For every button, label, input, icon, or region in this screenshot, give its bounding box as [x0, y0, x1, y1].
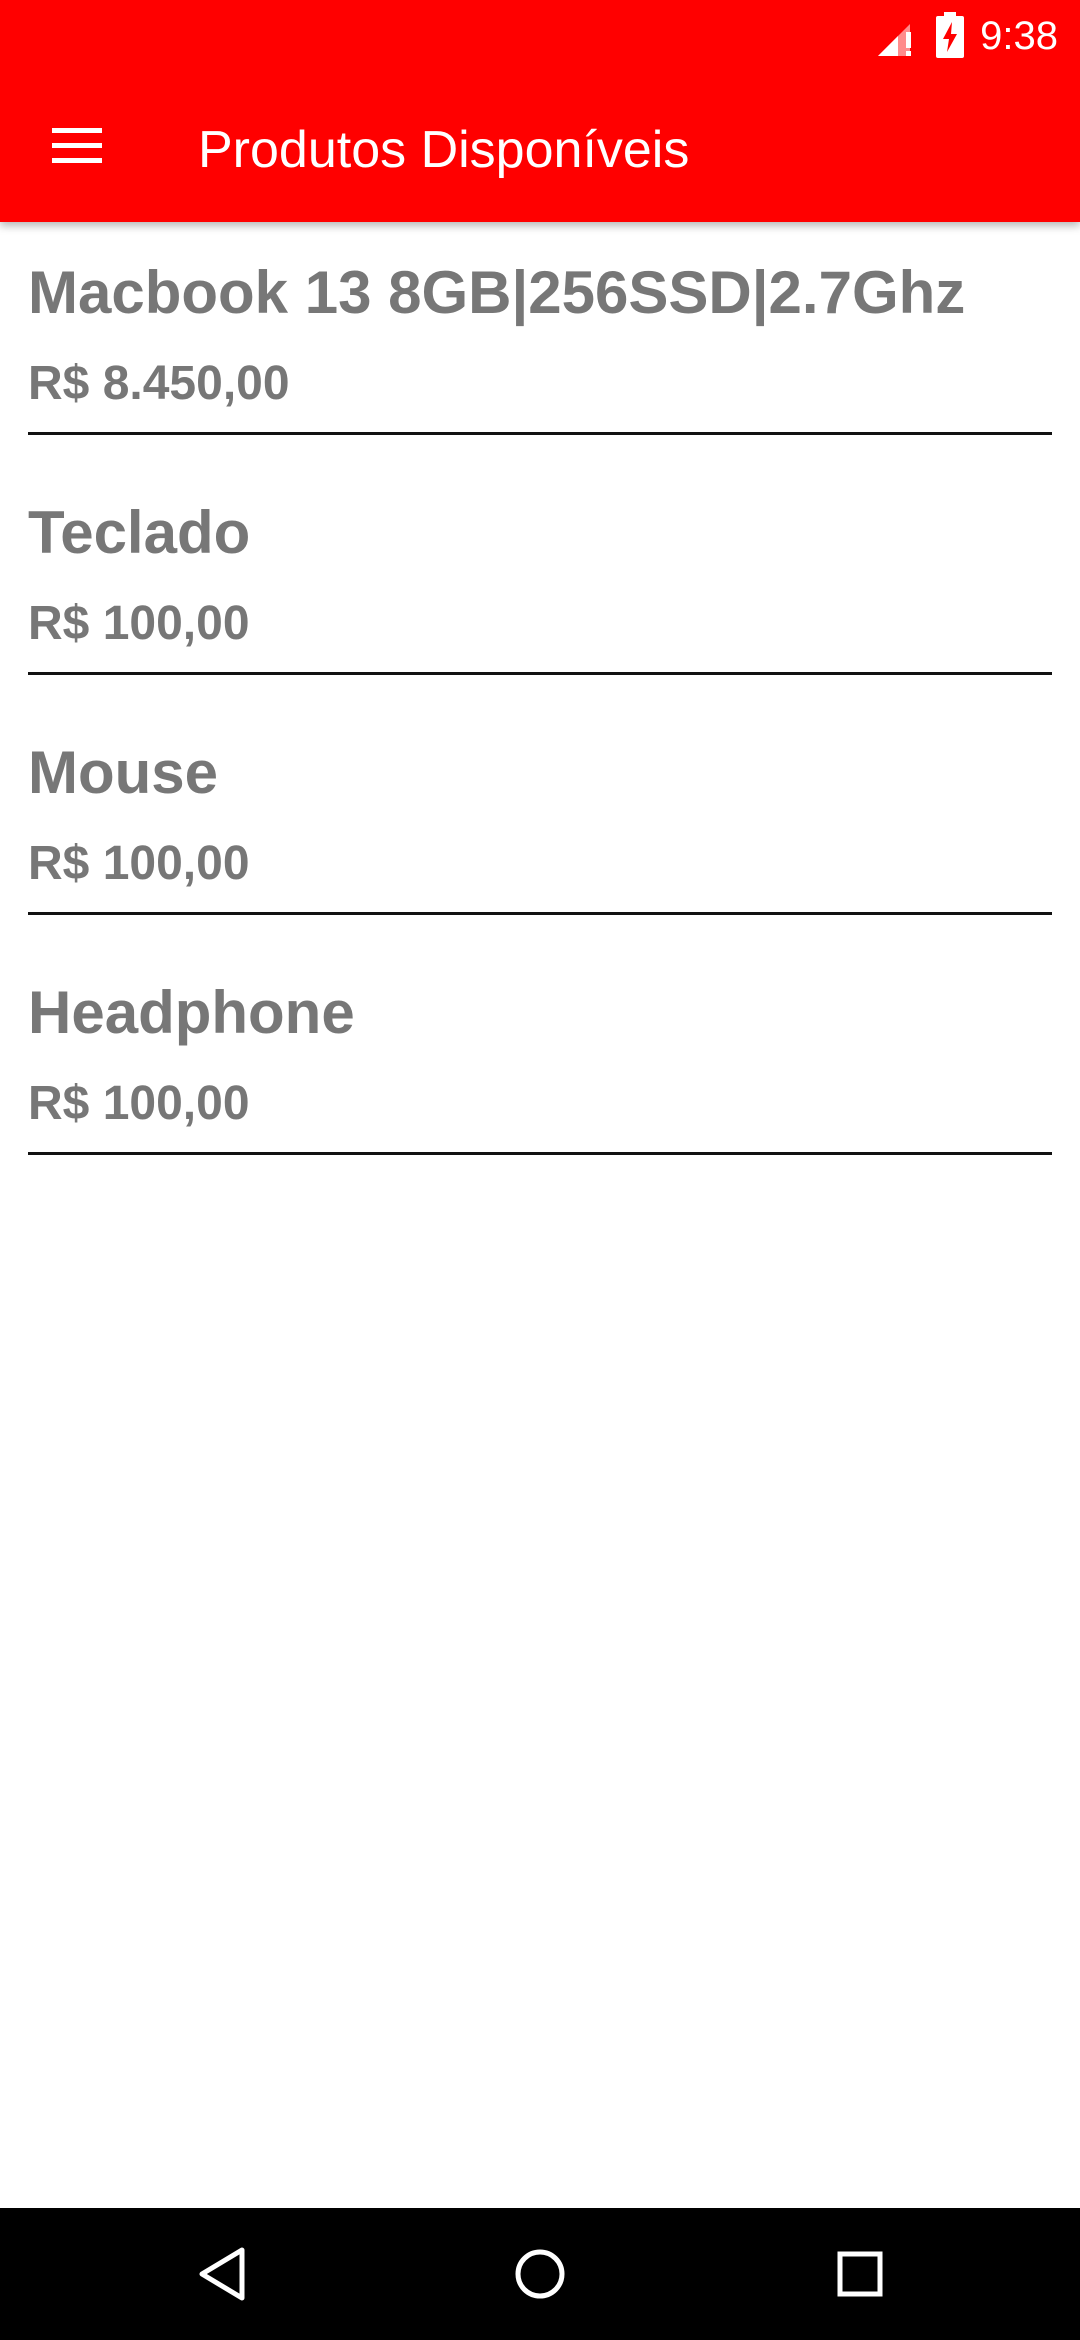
product-name: Teclado — [28, 499, 251, 566]
product-divider — [28, 912, 1052, 915]
product-list: Macbook 13 8GB|256SSD|2.7Ghz R$ 8.450,00… — [0, 222, 1080, 1182]
status-bar: 9:38 — [0, 0, 1080, 72]
product-divider — [28, 672, 1052, 675]
product-item-mouse[interactable]: Mouse R$ 100,00 — [28, 702, 1052, 942]
home-circle-icon — [515, 2249, 565, 2299]
back-triangle-icon — [199, 2247, 245, 2301]
hamburger-menu-icon — [52, 128, 102, 163]
product-divider — [28, 1152, 1052, 1155]
recent-apps-button[interactable] — [812, 2226, 908, 2322]
product-price: R$ 100,00 — [28, 837, 250, 890]
product-name: Headphone — [28, 979, 355, 1046]
home-button[interactable] — [492, 2226, 588, 2322]
product-divider — [28, 432, 1052, 435]
back-button[interactable] — [172, 2226, 268, 2322]
product-item-teclado[interactable]: Teclado R$ 100,00 — [28, 462, 1052, 702]
signal-icon — [878, 24, 911, 56]
product-name: Mouse — [28, 739, 219, 806]
recent-apps-square-icon — [837, 2251, 883, 2297]
app-top-bar: 9:38 Produtos Disponíveis — [0, 0, 1080, 222]
product-item-headphone[interactable]: Headphone R$ 100,00 — [28, 942, 1052, 1182]
product-item-macbook[interactable]: Macbook 13 8GB|256SSD|2.7Ghz R$ 8.450,00 — [28, 222, 1052, 462]
status-time: 9:38 — [980, 14, 1058, 58]
product-name: Macbook 13 8GB|256SSD|2.7Ghz — [28, 259, 966, 326]
battery-charging-icon — [936, 12, 964, 58]
product-price: R$ 100,00 — [28, 1077, 250, 1130]
product-price: R$ 100,00 — [28, 597, 250, 650]
system-navigation-bar — [0, 2208, 1080, 2340]
menu-button[interactable] — [34, 112, 120, 180]
page-title: Produtos Disponíveis — [198, 121, 690, 179]
product-price: R$ 8.450,00 — [28, 357, 290, 410]
